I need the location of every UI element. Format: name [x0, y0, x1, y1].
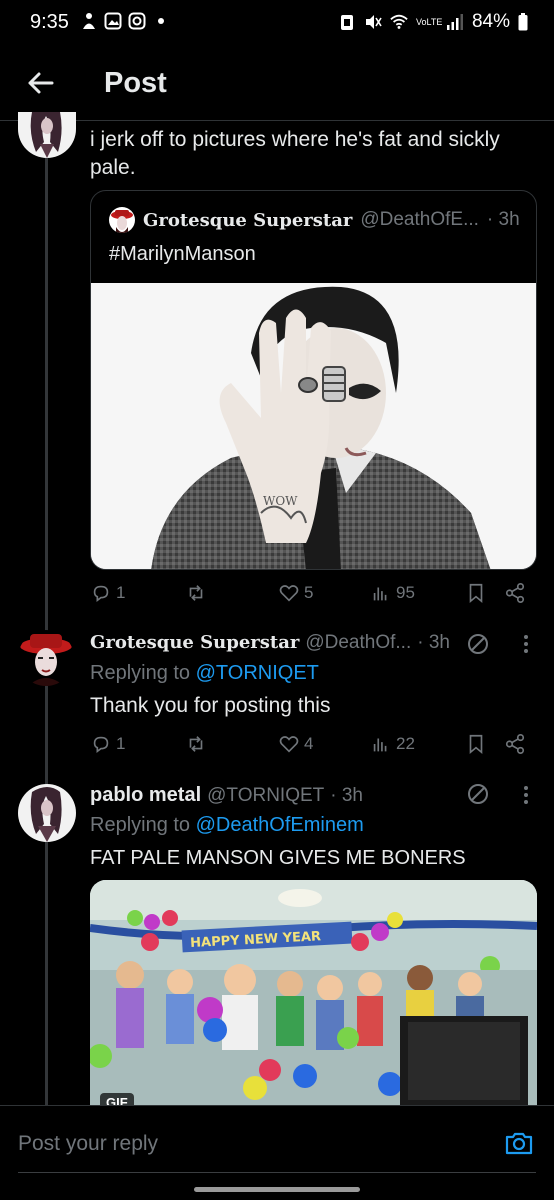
repost-button[interactable]	[185, 582, 211, 604]
repost-icon	[189, 585, 203, 601]
quoted-author-name[interactable]: Grotesque Superstar	[143, 210, 352, 231]
reply-time: · 3h	[417, 632, 450, 653]
reply-author-name[interactable]: Grotesque Superstar	[90, 632, 299, 653]
views-count: 22	[396, 734, 415, 753]
app-notification-icon	[80, 12, 98, 30]
reply-input[interactable]: Post your reply	[18, 1132, 158, 1156]
thread-connector-line	[45, 150, 48, 1105]
reply-author-handle[interactable]: @TORNIQET	[207, 785, 324, 807]
wifi-icon	[390, 13, 408, 31]
battery-icon	[518, 13, 528, 31]
bookmark-icon	[469, 583, 483, 604]
mute-icon	[364, 13, 382, 31]
views-button[interactable]: 95	[370, 582, 415, 604]
reply-author-name[interactable]: pablo metal	[90, 784, 201, 807]
dot-icon	[152, 12, 170, 30]
home-indicator[interactable]	[194, 1187, 360, 1192]
status-time: 9:35	[30, 11, 69, 33]
reply-author-handle[interactable]: @DeathOf...	[305, 632, 411, 654]
reply-count: 1	[116, 734, 126, 753]
repost-icon	[189, 736, 203, 752]
replying-to-link[interactable]: @DeathOfEminem	[196, 814, 364, 836]
share-icon	[505, 734, 525, 754]
replying-to-label: Replying to	[90, 814, 196, 836]
no-symbol-icon[interactable]	[466, 782, 490, 806]
post-text: i jerk off to pictures where he's fat an…	[90, 128, 500, 179]
tattoo-text: WOW	[263, 494, 298, 508]
reply-action-bar: 1 4 22	[90, 733, 530, 759]
gallery-notification-icon	[104, 12, 122, 30]
like-count: 5	[304, 583, 314, 602]
like-button[interactable]: 4	[278, 733, 313, 755]
quoted-post-hashtag[interactable]: #MarilynManson	[109, 243, 256, 266]
instagram-notification-icon	[128, 12, 146, 30]
reply-header: Grotesque Superstar @DeathOf... · 3h	[90, 632, 450, 654]
heart-icon	[279, 585, 299, 602]
alarm-icon	[338, 13, 356, 31]
camera-icon[interactable]	[504, 1128, 534, 1158]
status-bar: 9:35 VoLTE 84%	[0, 0, 554, 44]
reply-count: 1	[116, 583, 126, 602]
avatar[interactable]	[109, 207, 135, 233]
views-icon	[373, 738, 387, 752]
share-icon	[505, 583, 525, 603]
battery-percent: 84%	[471, 11, 510, 32]
replying-to-label: Replying to	[90, 662, 196, 684]
heart-icon	[279, 736, 299, 753]
page-title: Post	[104, 67, 167, 99]
no-symbol-icon[interactable]	[466, 632, 490, 656]
share-button[interactable]	[504, 582, 526, 604]
quoted-author-handle[interactable]: @DeathOfE...	[360, 209, 479, 231]
views-count: 95	[396, 583, 415, 602]
reply-button[interactable]: 1	[90, 582, 125, 604]
avatar[interactable]	[18, 784, 76, 842]
reply-time: · 3h	[330, 785, 363, 806]
bookmark-icon	[469, 734, 483, 755]
back-arrow-icon[interactable]	[24, 66, 58, 100]
share-button[interactable]	[504, 733, 526, 755]
signal-icon	[446, 13, 464, 31]
gif-media[interactable]: HAPPY NEW YEAR GIF	[90, 880, 537, 1106]
quoted-post-card[interactable]: Grotesque Superstar @DeathOfE... · 3h #M…	[90, 190, 537, 570]
bookmark-button[interactable]	[465, 582, 487, 604]
more-options-icon[interactable]	[522, 634, 530, 654]
reply-text: Thank you for posting this	[90, 694, 331, 717]
reply-icon	[93, 736, 109, 753]
post-action-bar: 1 5 95	[90, 582, 530, 608]
network-label: VoLTE	[415, 16, 443, 27]
quoted-post-image[interactable]: WOW	[91, 283, 536, 569]
top-app-bar: Post	[0, 54, 554, 114]
reply-header: pablo metal @TORNIQET · 3h	[90, 784, 363, 807]
repost-button[interactable]	[185, 733, 211, 755]
reply-text: FAT PALE MANSON GIVES ME BONERS	[90, 847, 466, 869]
avatar[interactable]	[18, 630, 74, 686]
replying-to: Replying to @TORNIQET	[90, 662, 319, 685]
avatar[interactable]	[18, 112, 76, 158]
more-options-icon[interactable]	[522, 785, 530, 805]
reply-composer: Post your reply	[0, 1105, 554, 1200]
quoted-post-time: · 3h	[486, 209, 520, 230]
views-icon	[373, 587, 387, 601]
like-count: 4	[304, 734, 314, 753]
system-status: VoLTE 84%	[338, 11, 528, 33]
reply-icon	[93, 585, 109, 602]
views-button[interactable]: 22	[370, 733, 415, 755]
like-button[interactable]: 5	[278, 582, 313, 604]
reply-button[interactable]: 1	[90, 733, 125, 755]
notification-icons	[80, 12, 170, 30]
header-divider	[0, 120, 554, 121]
reply-input-underline	[18, 1172, 536, 1173]
quoted-post-header: Grotesque Superstar @DeathOfE... · 3h	[109, 207, 520, 233]
replying-to-link[interactable]: @TORNIQET	[196, 662, 319, 684]
bookmark-button[interactable]	[465, 733, 487, 755]
replying-to: Replying to @DeathOfEminem	[90, 814, 364, 837]
